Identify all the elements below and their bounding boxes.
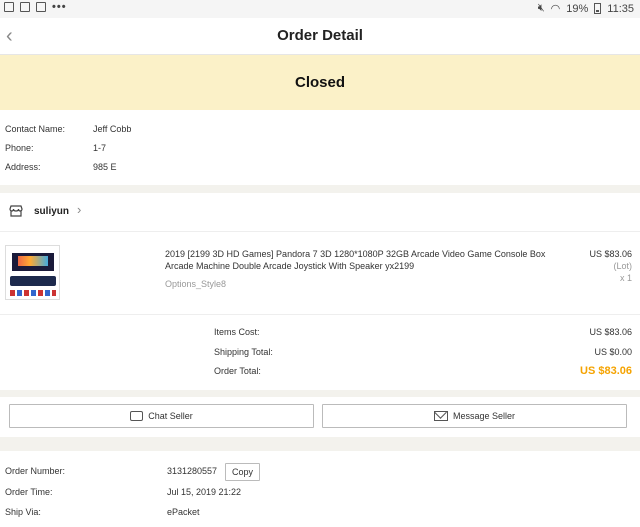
product-image-badges bbox=[10, 290, 56, 296]
copy-button[interactable]: Copy bbox=[225, 463, 260, 481]
notification-icons: ••• bbox=[4, 1, 67, 13]
shipping-value: US $0.00 bbox=[594, 347, 632, 357]
order-info-section: Order Number: 3131280557 Copy Order Time… bbox=[0, 451, 640, 527]
product-image-screen bbox=[12, 253, 54, 271]
ship-via-value: ePacket bbox=[167, 507, 200, 517]
product-unit: (Lot) bbox=[613, 261, 632, 271]
order-total-value: US $83.06 bbox=[580, 365, 632, 377]
product-price: US $83.06 bbox=[589, 249, 632, 259]
system-indicators: 🔇︎ ◠ 19% 11:35 bbox=[538, 2, 634, 15]
notification-icon bbox=[20, 2, 30, 12]
battery-percent: 19% bbox=[566, 2, 589, 15]
title-bar: ‹ Order Detail bbox=[0, 18, 640, 55]
message-seller-label: Message Seller bbox=[452, 411, 516, 421]
product-variant: Options_Style8 bbox=[165, 279, 227, 289]
phone-label: Phone: bbox=[5, 143, 34, 153]
order-time-label: Order Time: bbox=[5, 487, 53, 497]
status-bar: ••• 🔇︎ ◠ 19% 11:35 bbox=[0, 0, 640, 18]
chat-seller-label: Chat Seller bbox=[148, 411, 193, 421]
store-row[interactable]: suliyun › bbox=[0, 193, 640, 232]
product-thumbnail[interactable] bbox=[5, 245, 60, 300]
order-status-banner: Closed bbox=[0, 55, 640, 110]
store-name[interactable]: suliyun bbox=[34, 206, 69, 217]
order-number-value: 3131280557 bbox=[167, 466, 218, 476]
totals-section: Items Cost: US $83.06 Shipping Total: US… bbox=[0, 315, 640, 390]
more-notifications-icon: ••• bbox=[52, 1, 67, 13]
phone-value: 1-7 bbox=[93, 143, 107, 153]
message-seller-button[interactable]: Message Seller bbox=[322, 404, 627, 428]
chat-icon bbox=[130, 411, 144, 421]
ship-via-label: Ship Via: bbox=[5, 507, 41, 517]
contact-section: Contact Name: Jeff Cobb Phone: 1-7 Addre… bbox=[0, 110, 640, 185]
notification-icon bbox=[36, 2, 46, 12]
address-label: Address: bbox=[5, 162, 41, 172]
product-item[interactable]: 2019 [2199 3D HD Games] Pandora 7 3D 128… bbox=[0, 232, 640, 315]
mute-icon: 🔇︎ bbox=[537, 2, 545, 14]
product-price-block: US $83.06 (Lot) x 1 bbox=[589, 248, 632, 284]
page-title: Order Detail bbox=[277, 27, 363, 44]
notification-icon bbox=[4, 2, 14, 12]
address-value: 985 E bbox=[93, 162, 117, 172]
mail-icon bbox=[433, 411, 448, 421]
seller-actions: Chat Seller Message Seller bbox=[0, 397, 640, 437]
order-total-label: Order Total: bbox=[214, 366, 261, 376]
items-cost-value: US $83.06 bbox=[589, 327, 632, 337]
store-icon bbox=[9, 205, 23, 217]
order-status: Closed bbox=[294, 74, 345, 91]
battery-icon bbox=[594, 3, 602, 14]
items-cost-label: Items Cost: bbox=[214, 327, 260, 337]
contact-name-value: Jeff Cobb bbox=[93, 124, 132, 134]
product-quantity: x 1 bbox=[619, 273, 632, 283]
order-number-label: Order Number: bbox=[5, 466, 66, 476]
product-title[interactable]: 2019 [2199 3D HD Games] Pandora 7 3D 128… bbox=[165, 248, 565, 272]
chat-seller-button[interactable]: Chat Seller bbox=[9, 404, 314, 428]
contact-name-label: Contact Name: bbox=[5, 124, 66, 134]
chevron-right-icon: › bbox=[77, 202, 82, 217]
wifi-icon: ◠ bbox=[550, 3, 561, 15]
product-image-console bbox=[10, 276, 56, 286]
order-time-value: Jul 15, 2019 21:22 bbox=[167, 487, 242, 497]
shipping-label: Shipping Total: bbox=[214, 347, 273, 357]
clock: 11:35 bbox=[607, 2, 634, 15]
